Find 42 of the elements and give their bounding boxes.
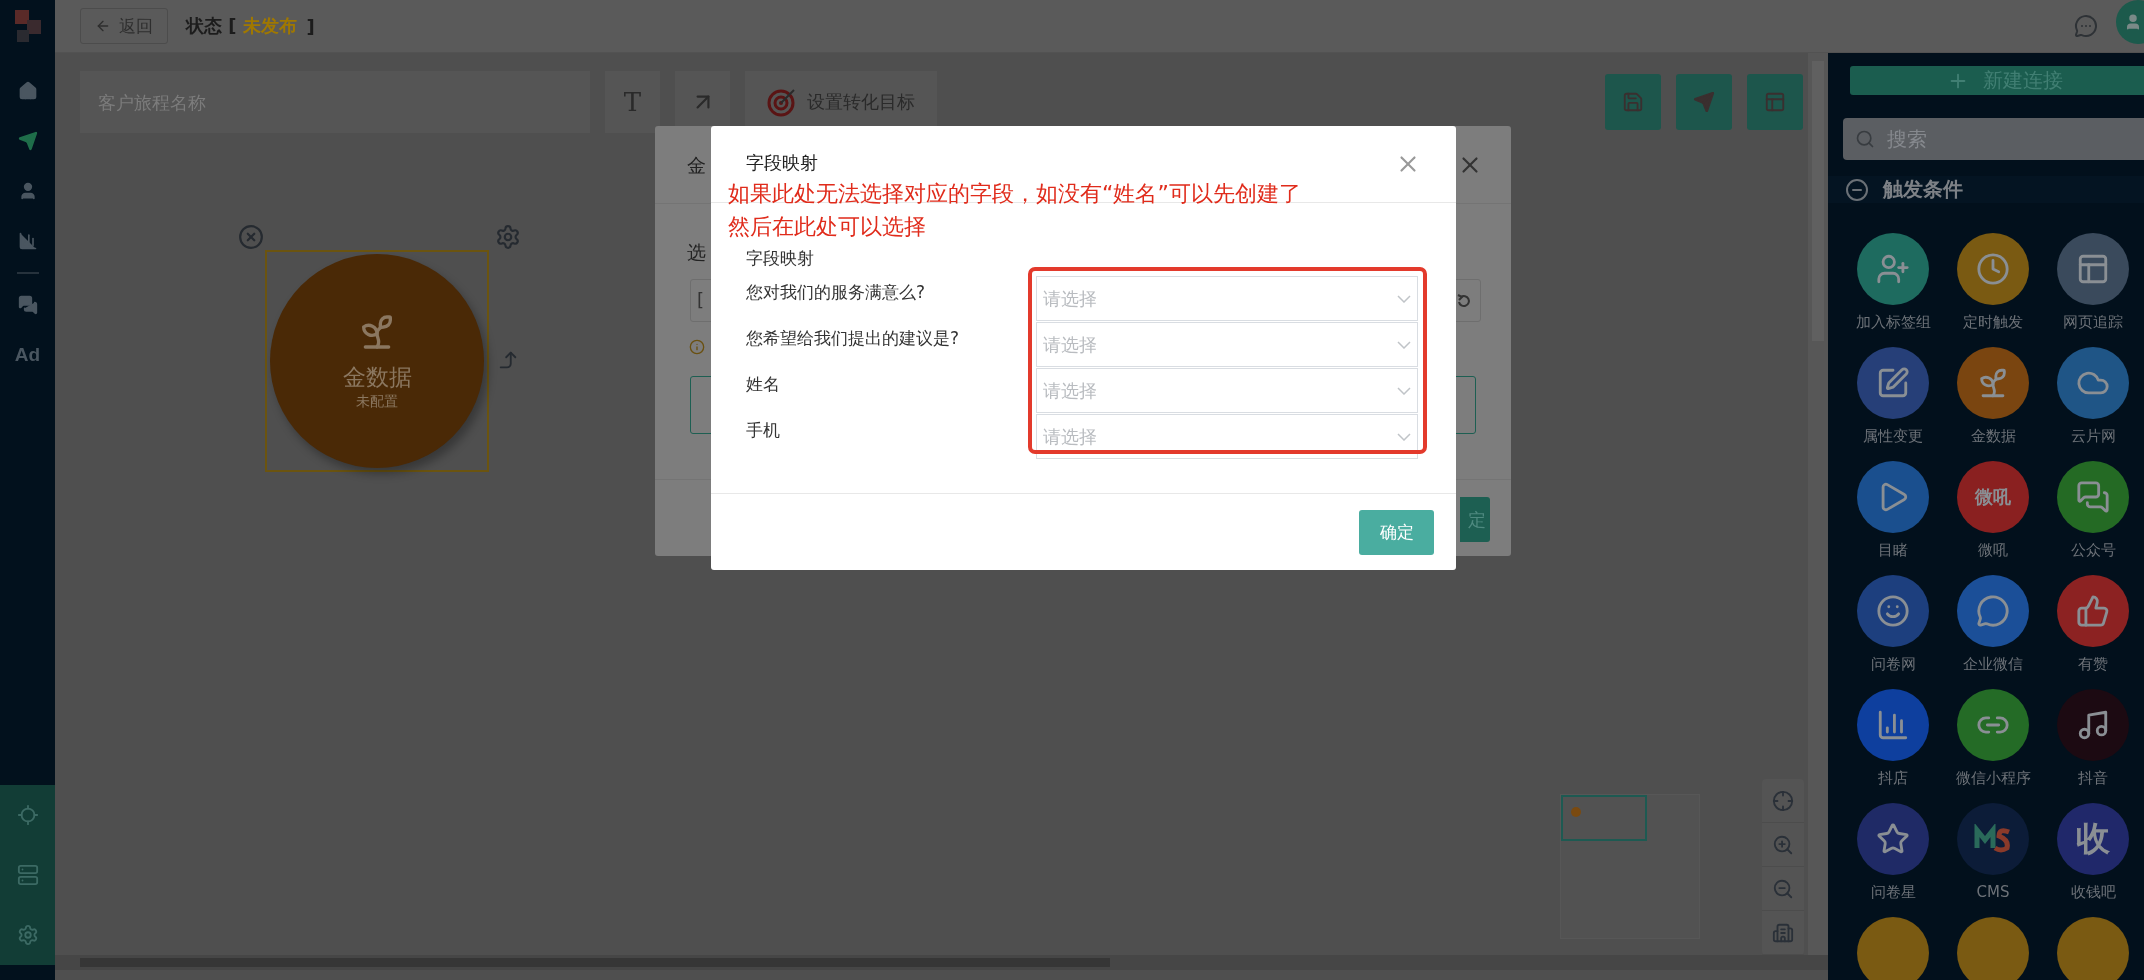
status-value: 未发布 — [242, 14, 297, 38]
app-logo[interactable]: 收 — [2057, 803, 2129, 875]
section-title: 触发条件 — [1883, 176, 1963, 203]
app-label: 加入标签组 — [1855, 313, 1931, 332]
app-logo[interactable]: 微吼 — [1957, 461, 2029, 533]
field-label: 选 — [687, 240, 706, 265]
app-label: 微吼 — [1978, 541, 2008, 560]
status-bracket: ] — [306, 15, 315, 37]
app-label: 企业微信 — [1963, 655, 2023, 674]
app-label: 微信小程序 — [1955, 769, 2031, 788]
app-label: 问卷网 — [1870, 655, 1916, 674]
node-title: 金数据 — [342, 362, 412, 392]
app-label: 目睹 — [1878, 541, 1908, 560]
ad-nav-item[interactable]: Ad — [7, 330, 48, 380]
dialog-title: 字段映射 — [746, 151, 818, 175]
select-field[interactable]: 请选择 — [1036, 276, 1418, 321]
node-status: 未配置 — [356, 392, 398, 411]
section-label: 字段映射 — [746, 248, 814, 268]
field-label: 姓名 — [746, 373, 781, 396]
status-label: 状态 [ — [186, 14, 237, 38]
app-label: 定时触发 — [1963, 313, 2023, 332]
app-label: 有赞 — [2078, 655, 2108, 674]
app-label: 抖音 — [2078, 769, 2108, 788]
select-field[interactable]: 请选择 — [1036, 414, 1418, 459]
confirm-button[interactable]: 确定 — [1359, 509, 1434, 555]
app-label: 金数据 — [1970, 427, 2016, 446]
app-label: CMS — [1976, 883, 2010, 901]
app-label: 网页追踪 — [2063, 313, 2123, 332]
app-label: 云片网 — [2070, 427, 2116, 446]
field-label: 手机 — [746, 419, 781, 442]
app-label: 问卷星 — [1870, 883, 1916, 902]
app-label: 收钱吧 — [2070, 883, 2116, 902]
app-label: 属性变更 — [1863, 427, 1923, 446]
select-field[interactable]: 请选择 — [1036, 368, 1418, 413]
dialog-title: 金 — [687, 153, 706, 178]
field-label: 您希望给我们提出的建议是? — [746, 327, 961, 350]
field-label: 您对我们的服务满意么? — [746, 281, 927, 304]
journey-node[interactable]: 金数据 未配置 — [265, 250, 489, 472]
app-label: 公众号 — [2070, 541, 2116, 560]
select-field[interactable]: 请选择 — [1036, 322, 1418, 367]
app-label: 抖店 — [1878, 769, 1908, 788]
annotation-note: 如果此处无法选择对应的字段，如没有“姓名”可以先创建了 然后在此处可以选择 — [728, 180, 1301, 241]
